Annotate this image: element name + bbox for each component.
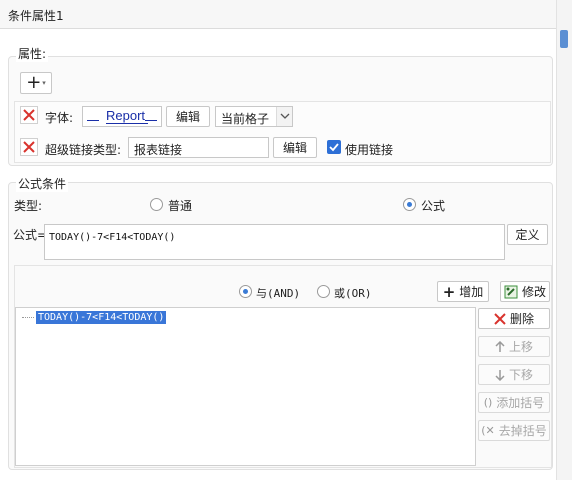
move-up-button[interactable]: 上移 xyxy=(478,336,550,357)
close-icon xyxy=(494,312,506,325)
remove-bracket-button[interactable]: (✕ 去掉括号 xyxy=(478,420,550,441)
remove-font-attribute-button[interactable] xyxy=(20,106,38,124)
use-link-checkbox[interactable] xyxy=(327,140,341,154)
attributes-section-label: 属性: xyxy=(16,45,49,62)
chevron-down-icon: ▾ xyxy=(42,79,46,87)
formula-label: 公式= xyxy=(13,228,48,242)
define-button[interactable]: 定义 xyxy=(507,224,548,245)
type-label: 类型: xyxy=(14,199,43,213)
logic-and-label: 与(AND) xyxy=(256,287,301,300)
hyperlink-edit-button[interactable]: 编辑 xyxy=(273,137,317,158)
type-normal-label: 普通 xyxy=(168,199,193,213)
use-link-label: 使用链接 xyxy=(345,143,394,157)
vertical-scrollbar[interactable] xyxy=(556,0,572,480)
plus-icon: + xyxy=(442,282,456,301)
condition-list[interactable]: TODAY()-7<F14<TODAY() xyxy=(15,307,476,466)
font-edit-button[interactable]: 编辑 xyxy=(166,106,210,127)
bracket-icon: () xyxy=(483,396,493,409)
hyperlink-type-label: 超级链接类型: xyxy=(45,143,122,157)
font-scope-value: 当前格子 xyxy=(221,112,270,126)
logic-radio-and[interactable] xyxy=(239,285,252,298)
add-condition-button[interactable]: + 增加 xyxy=(437,281,489,302)
close-icon xyxy=(23,141,35,153)
dropdown-arrow-icon xyxy=(276,107,292,126)
type-radio-formula[interactable] xyxy=(403,198,416,211)
close-icon xyxy=(23,109,35,121)
formula-text: TODAY()-7<F14<TODAY() xyxy=(49,232,176,243)
type-formula-label: 公式 xyxy=(421,199,446,213)
dialog-title: 条件属性1 xyxy=(8,9,64,23)
delete-condition-button[interactable]: 删除 xyxy=(478,308,550,329)
remove-hyperlink-attribute-button[interactable] xyxy=(20,138,38,156)
font-label: 字体: xyxy=(45,111,74,125)
move-down-button[interactable]: 下移 xyxy=(478,364,550,385)
remove-bracket-icon: (✕ xyxy=(481,424,495,437)
add-bracket-button[interactable]: () 添加括号 xyxy=(478,392,550,413)
modify-icon xyxy=(504,285,518,298)
dialog-title-bar: 条件属性1 xyxy=(0,0,556,29)
arrow-up-icon xyxy=(495,340,505,352)
condition-item[interactable]: TODAY()-7<F14<TODAY() xyxy=(36,311,167,324)
logic-radio-or[interactable] xyxy=(317,285,330,298)
arrow-down-icon xyxy=(495,369,505,381)
font-preview: Report xyxy=(82,106,162,127)
plus-icon: + xyxy=(26,72,42,93)
logic-or-label: 或(OR) xyxy=(334,287,372,300)
formula-input[interactable]: TODAY()-7<F14<TODAY() xyxy=(44,224,505,260)
modify-condition-button[interactable]: 修改 xyxy=(500,281,550,302)
checkmark-icon xyxy=(329,143,339,152)
add-attribute-button[interactable]: + ▾ xyxy=(20,72,52,94)
font-preview-text: Report xyxy=(106,108,146,123)
hyperlink-type-field[interactable]: 报表链接 xyxy=(128,137,269,158)
formula-condition-section-label: 公式条件 xyxy=(16,175,69,192)
font-scope-select[interactable]: 当前格子 xyxy=(215,106,293,127)
scrollbar-thumb[interactable] xyxy=(560,30,568,48)
type-radio-normal[interactable] xyxy=(150,198,163,211)
